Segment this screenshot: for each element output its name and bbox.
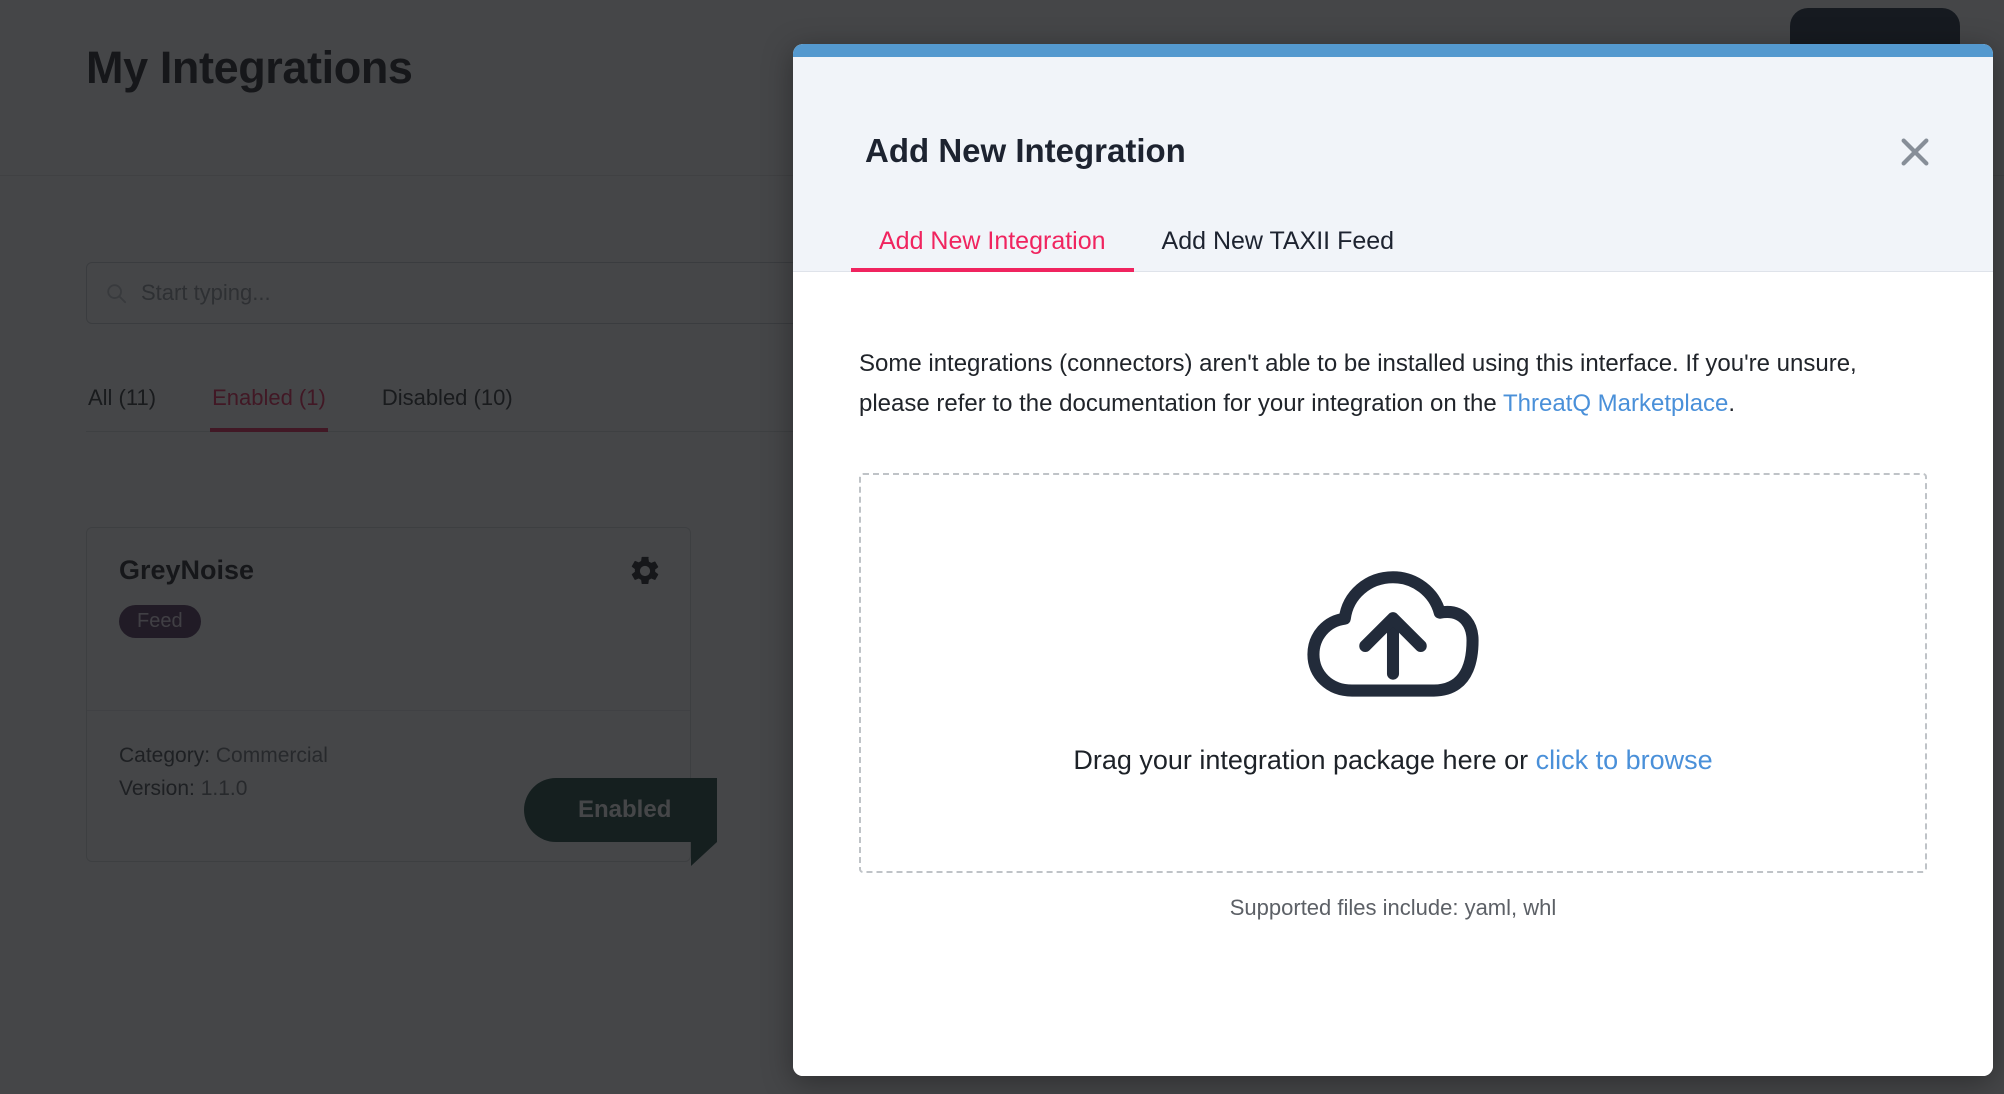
file-dropzone[interactable]: Drag your integration package here or cl… bbox=[859, 473, 1927, 874]
close-icon[interactable] bbox=[1893, 130, 1937, 174]
cloud-upload-icon bbox=[1303, 570, 1483, 705]
tab-add-new-taxii-feed[interactable]: Add New TAXII Feed bbox=[1134, 227, 1423, 272]
tab-add-new-integration[interactable]: Add New Integration bbox=[851, 227, 1134, 272]
modal-accent-bar bbox=[793, 44, 1993, 57]
intro-text-after-link: . bbox=[1728, 389, 1736, 417]
modal-title: Add New Integration bbox=[865, 132, 1186, 169]
add-new-integration-modal: Add New Integration Add New Integration … bbox=[793, 44, 1993, 1076]
modal-header: Add New Integration Add New Integration … bbox=[793, 57, 1993, 272]
modal-body: Some integrations (connectors) aren't ab… bbox=[793, 272, 1993, 1076]
dropzone-text-before-link: Drag your integration package here or bbox=[1073, 745, 1536, 776]
screen: My Integrations All (11) Enabled (1) Dis… bbox=[0, 0, 2004, 1094]
modal-tabs: Add New Integration Add New TAXII Feed bbox=[793, 227, 1993, 272]
threatq-marketplace-link[interactable]: ThreatQ Marketplace bbox=[1503, 390, 1728, 417]
modal-intro-text: Some integrations (connectors) aren't ab… bbox=[859, 272, 1927, 423]
supported-files-text: Supported files include: yaml, whl bbox=[1229, 895, 1557, 921]
click-to-browse-link[interactable]: click to browse bbox=[1536, 745, 1713, 775]
dropzone-text: Drag your integration package here or cl… bbox=[1073, 745, 1712, 776]
